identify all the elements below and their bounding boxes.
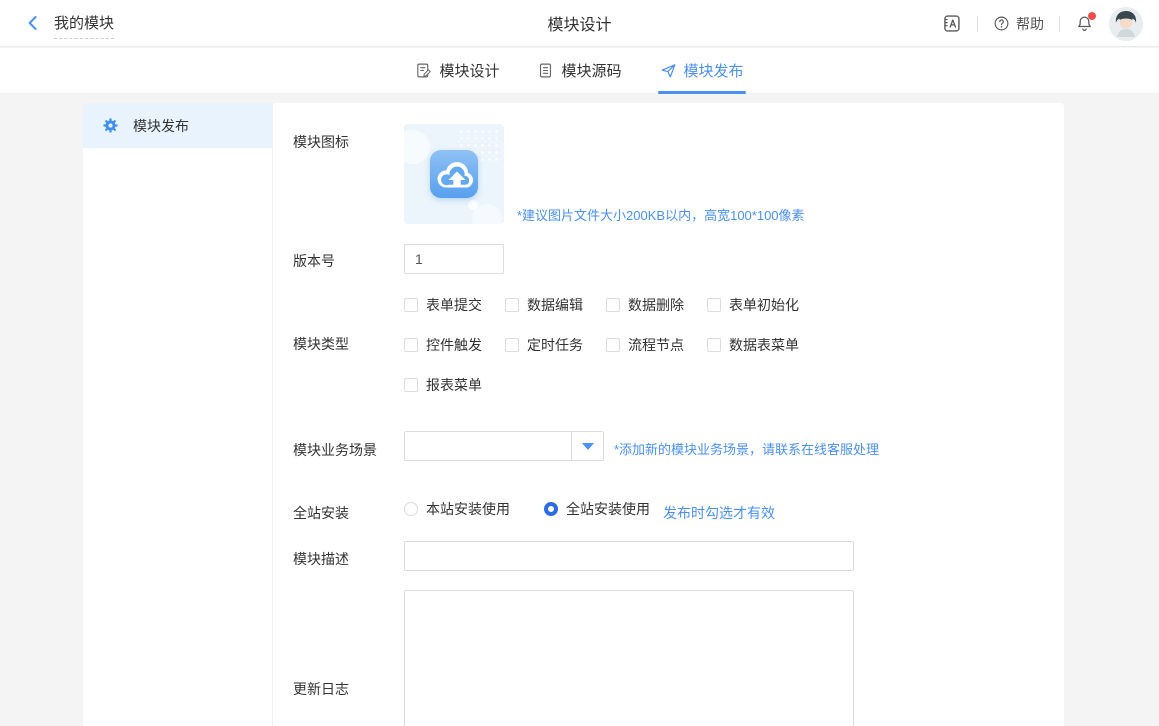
decorative-bubble [404,130,430,164]
checkbox-data-delete[interactable]: 数据删除 [606,295,707,315]
help-button[interactable]: 帮助 [993,14,1044,34]
radio-label: 全站安装使用 [566,499,650,519]
checkbox-label: 控件触发 [426,335,482,355]
dropdown-arrow-button[interactable] [571,432,603,460]
decorative-bubble [468,200,478,210]
scenario-select[interactable] [404,431,604,461]
checkbox-icon [404,298,418,312]
version-input[interactable] [404,244,504,274]
app-header: 我的模块 模块设计 帮助 [0,0,1159,47]
help-label: 帮助 [1016,14,1044,34]
paper-plane-icon [660,62,677,79]
install-label: 全站安装 [293,503,349,523]
checkbox-icon [404,338,418,352]
module-type-label: 模块类型 [293,334,349,354]
scenario-label: 模块业务场景 [293,440,377,460]
translate-icon[interactable] [941,13,962,34]
checkbox-form-submit[interactable]: 表单提交 [404,295,505,315]
checkbox-timed-task[interactable]: 定时任务 [505,335,606,355]
version-label: 版本号 [293,251,335,271]
checkbox-control-trigger[interactable]: 控件触发 [404,335,505,355]
changelog-textarea[interactable] [404,590,854,726]
module-type-checkbox-group: 表单提交 数据编辑 数据删除 表单初始化 控件触发 定时任务 流程节点 数据表菜… [404,295,799,395]
install-radio-group: 本站安装使用 全站安装使用 [404,499,650,519]
checkbox-icon [606,298,620,312]
header-divider [1059,16,1060,32]
sidebar-item-module-publish[interactable]: 模块发布 [83,103,272,148]
checkbox-label: 表单提交 [426,295,482,315]
tab-module-publish[interactable]: 模块发布 [660,48,744,94]
cloud-upload-icon [430,150,478,198]
checkbox-datatable-menu[interactable]: 数据表菜单 [707,335,799,355]
checkbox-flow-node[interactable]: 流程节点 [606,335,707,355]
radio-local-install[interactable]: 本站安装使用 [404,499,510,519]
checkbox-label: 表单初始化 [729,295,799,315]
tab-label: 模块发布 [684,60,744,81]
scenario-note: *添加新的模块业务场景，请联系在线客服处理 [614,439,879,458]
install-hint-link[interactable]: 发布时勾选才有效 [663,503,775,523]
checkbox-label: 定时任务 [527,335,583,355]
active-tab-underline [658,91,746,94]
checkbox-icon [707,298,721,312]
chevron-down-icon [582,443,594,450]
module-tabbar: 模块设计 模块源码 模块发布 [0,48,1159,94]
checkbox-form-init[interactable]: 表单初始化 [707,295,799,315]
changelog-label: 更新日志 [293,679,349,699]
checkbox-label: 数据删除 [628,295,684,315]
module-icon-label: 模块图标 [293,132,349,152]
tab-module-design[interactable]: 模块设计 [415,48,499,94]
description-input[interactable] [404,541,854,571]
gear-icon [102,117,119,134]
checkbox-label: 流程节点 [628,335,684,355]
document-edit-icon [415,62,432,79]
sidebar: 模块发布 [83,103,273,726]
radio-label: 本站安装使用 [426,499,510,519]
radio-checked-icon [544,502,558,516]
radio-unchecked-icon [404,502,418,516]
checkbox-icon [505,298,519,312]
checkbox-data-edit[interactable]: 数据编辑 [505,295,606,315]
checkbox-icon [606,338,620,352]
module-icon-upload[interactable] [404,124,504,224]
tab-label: 模块源码 [561,60,621,81]
icon-size-note: *建议图片文件大小200KB以内，高宽100*100像素 [517,205,805,224]
header-divider [977,16,978,32]
checkbox-icon [505,338,519,352]
checkbox-label: 数据表菜单 [729,335,799,355]
checkbox-label: 报表菜单 [426,375,482,395]
notification-button[interactable] [1075,14,1094,33]
user-avatar[interactable] [1109,7,1143,41]
question-circle-icon [993,15,1010,32]
tab-module-source[interactable]: 模块源码 [537,48,621,94]
module-publish-panel: 模块发布 模块图标 [83,103,1064,726]
checkbox-icon [404,378,418,392]
checkbox-label: 数据编辑 [527,295,583,315]
tab-label: 模块设计 [439,60,499,81]
sidebar-item-label: 模块发布 [133,116,189,136]
notification-badge [1088,12,1096,20]
description-label: 模块描述 [293,549,349,569]
checkbox-report-menu[interactable]: 报表菜单 [404,375,505,395]
radio-sitewide-install[interactable]: 全站安装使用 [544,499,650,519]
document-icon [537,62,554,79]
checkbox-icon [707,338,721,352]
